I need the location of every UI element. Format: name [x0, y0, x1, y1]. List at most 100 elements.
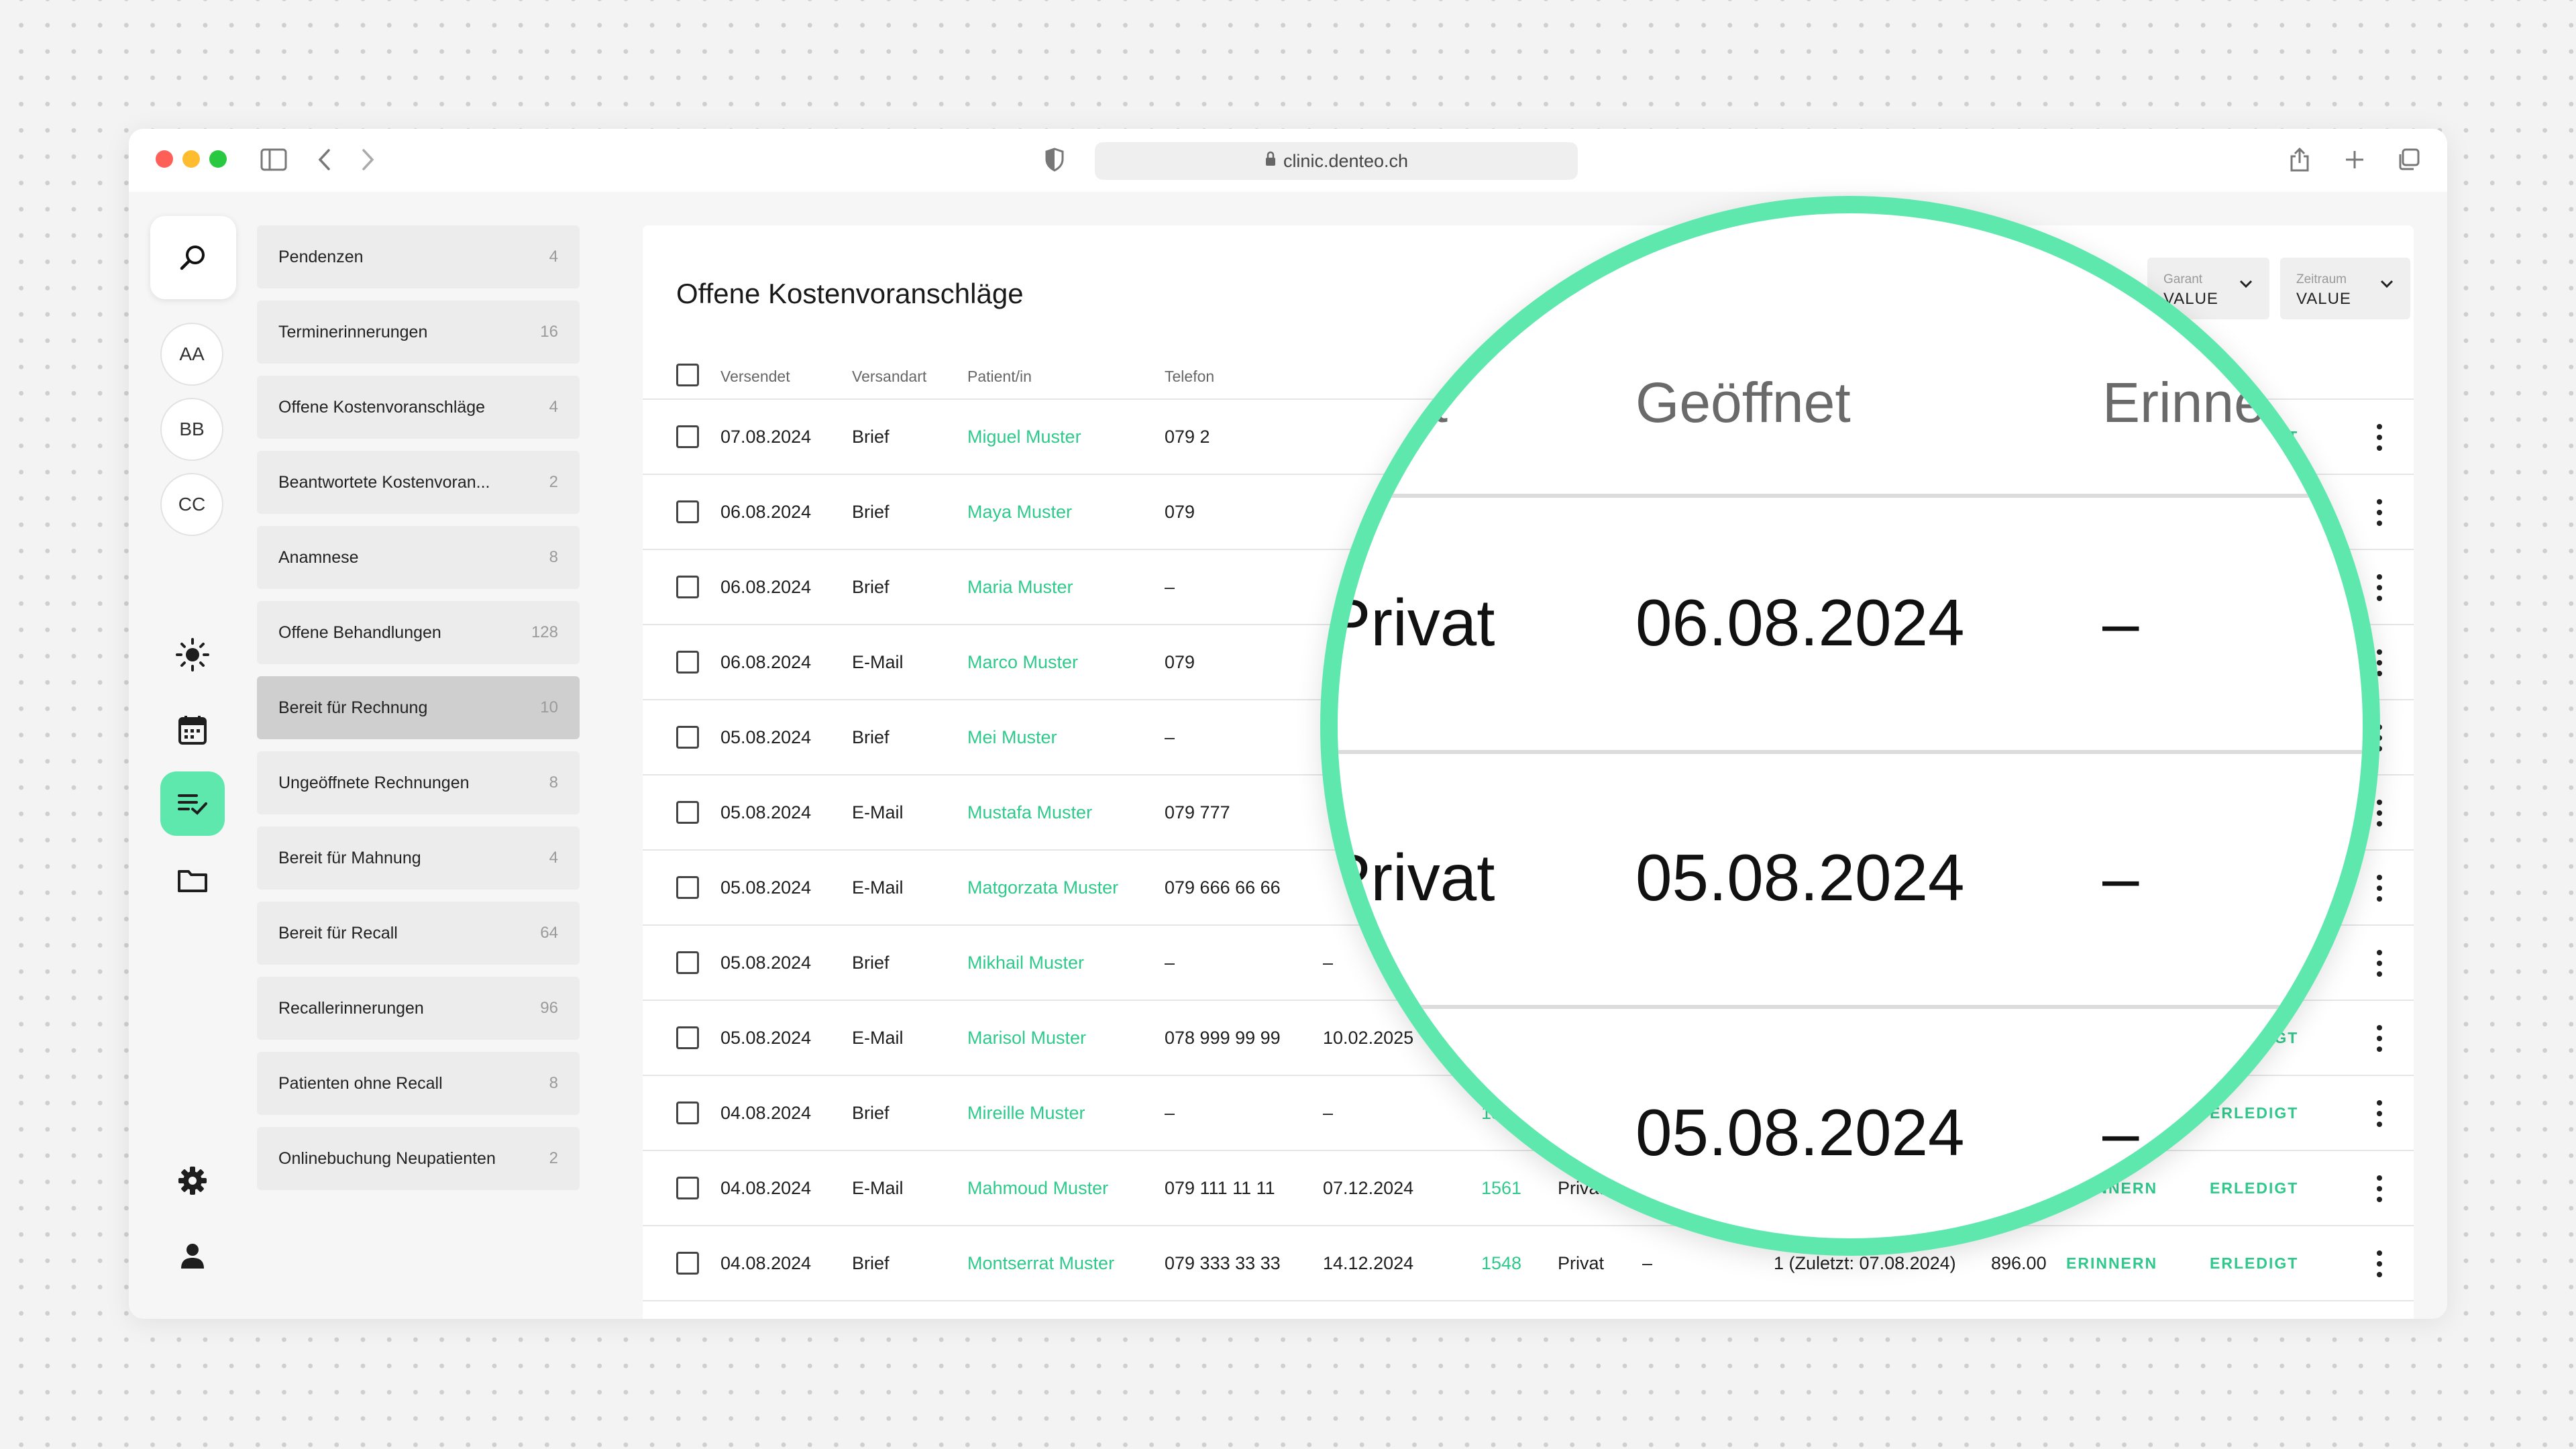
folder-icon[interactable] — [172, 860, 213, 900]
row-checkbox[interactable] — [676, 801, 699, 824]
remind-button[interactable]: ERINNERN — [2066, 1254, 2157, 1273]
sidebar-toggle-icon[interactable] — [259, 145, 288, 174]
row-checkbox[interactable] — [676, 726, 699, 749]
estimate-number[interactable]: 1548 — [1481, 1253, 1521, 1274]
patient-link[interactable]: Miguel Muster — [967, 427, 1081, 447]
search-button[interactable] — [150, 216, 236, 299]
sidebar-item-bereit-fuer-rechnung[interactable]: Bereit für Rechnung 10 — [257, 676, 580, 739]
magnifier-content: nt Geöffnet Erinne Privat 06.08.2024 – P… — [1327, 213, 2363, 1238]
more-options-icon[interactable] — [2376, 574, 2383, 601]
magnified-divider — [1338, 750, 2363, 754]
patient-link[interactable]: Mikhail Muster — [967, 953, 1084, 973]
sidebar-item-label: Pendenzen — [278, 247, 364, 266]
column-telefon[interactable]: Telefon — [1165, 368, 1214, 386]
sun-icon[interactable] — [172, 635, 213, 675]
sidebar-item-count: 8 — [549, 1074, 558, 1092]
row-checkbox[interactable] — [676, 1252, 699, 1275]
send-type: Brief — [852, 577, 890, 597]
patient-link[interactable]: Marisol Muster — [967, 1028, 1086, 1049]
sidebar-item-patienten-ohne-recall[interactable]: Patienten ohne Recall 8 — [257, 1052, 580, 1115]
minimize-window-button[interactable] — [182, 150, 200, 168]
phone: 079 — [1165, 502, 1195, 522]
row-checkbox[interactable] — [676, 576, 699, 598]
tasks-icon[interactable] — [160, 771, 225, 836]
select-all-checkbox[interactable] — [676, 364, 699, 386]
sidebar-item-offene-kostenvoranschlaege[interactable]: Offene Kostenvoranschläge 4 — [257, 376, 580, 439]
sidebar-item-count: 4 — [549, 248, 558, 266]
maximize-window-button[interactable] — [209, 150, 227, 168]
avatar-cc[interactable]: CC — [160, 473, 223, 536]
more-options-icon[interactable] — [2376, 1100, 2383, 1127]
sidebar-item-label: Offene Kostenvoranschläge — [278, 397, 486, 417]
row-checkbox[interactable] — [676, 1026, 699, 1049]
patient-link[interactable]: Montserrat Muster — [967, 1253, 1114, 1274]
back-icon[interactable] — [310, 145, 339, 174]
column-versandart[interactable]: Versandart — [852, 368, 926, 386]
sidebar-item-bereit-fuer-recall[interactable]: Bereit für Recall 64 — [257, 902, 580, 965]
more-options-icon[interactable] — [2376, 1175, 2383, 1202]
patient-link[interactable]: Maria Muster — [967, 577, 1073, 598]
sidebar-item-beantwortete-kostenvoranschlaege[interactable]: Beantwortete Kostenvoran... 2 — [257, 451, 580, 514]
row-checkbox[interactable] — [676, 651, 699, 674]
sidebar-item-ungeoeffnete-rechnungen[interactable]: Ungeöffnete Rechnungen 8 — [257, 751, 580, 814]
phone: 079 2 — [1165, 427, 1210, 447]
avatar-aa[interactable]: AA — [160, 323, 223, 386]
user-icon[interactable] — [172, 1236, 213, 1276]
patient-link[interactable]: Matgorzata Muster — [967, 877, 1118, 898]
patient-link[interactable]: Mustafa Muster — [967, 802, 1092, 823]
row-checkbox[interactable] — [676, 500, 699, 523]
sidebar-item-pendenzen[interactable]: Pendenzen 4 — [257, 225, 580, 288]
done-button[interactable]: ERLEDIGT — [2210, 1254, 2298, 1273]
row-checkbox[interactable] — [676, 951, 699, 974]
magnified-garant: Privat — [1327, 841, 1495, 914]
more-options-icon[interactable] — [2376, 424, 2383, 451]
new-tab-icon[interactable] — [2340, 145, 2369, 174]
patient-link[interactable]: Mei Muster — [967, 727, 1057, 748]
sent-date: 06.08.2024 — [720, 502, 812, 522]
share-icon[interactable] — [2285, 145, 2314, 174]
more-options-icon[interactable] — [2376, 1025, 2383, 1052]
row-checkbox[interactable] — [676, 1177, 699, 1199]
patient-link[interactable]: Mahmoud Muster — [967, 1178, 1108, 1199]
column-versendet[interactable]: Versendet — [720, 368, 790, 386]
sent-date: 04.08.2024 — [720, 1103, 812, 1123]
forward-icon[interactable] — [353, 145, 382, 174]
sidebar-item-offene-behandlungen[interactable]: Offene Behandlungen 128 — [257, 601, 580, 664]
patient-link[interactable]: Marco Muster — [967, 652, 1078, 673]
tabs-overview-icon[interactable] — [2394, 145, 2423, 174]
recall-date: – — [1323, 953, 1334, 973]
address-bar[interactable]: clinic.denteo.ch — [1095, 142, 1578, 180]
send-type: Brief — [852, 502, 890, 522]
page-title: Offene Kostenvoranschläge — [676, 278, 1024, 309]
magnified-reminder: – — [2102, 1095, 2139, 1169]
patient-link[interactable]: Mireille Muster — [967, 1103, 1085, 1124]
row-checkbox[interactable] — [676, 1102, 699, 1124]
sidebar-item-anamnese[interactable]: Anamnese 8 — [257, 526, 580, 589]
avatar-bb[interactable]: BB — [160, 398, 223, 461]
calendar-icon[interactable] — [172, 710, 213, 750]
more-options-icon[interactable] — [2376, 950, 2383, 977]
sidebar-item-bereit-fuer-mahnung[interactable]: Bereit für Mahnung 4 — [257, 826, 580, 890]
magnified-divider — [1338, 1005, 2363, 1009]
sent-date: 05.08.2024 — [720, 727, 812, 747]
more-options-icon[interactable] — [2376, 800, 2383, 826]
sidebar-item-terminerinnerungen[interactable]: Terminerinnerungen 16 — [257, 301, 580, 364]
search-icon — [180, 246, 205, 270]
row-checkbox[interactable] — [676, 425, 699, 448]
row-checkbox[interactable] — [676, 876, 699, 899]
more-options-icon[interactable] — [2376, 1250, 2383, 1277]
sidebar-item-onlinebuchung-neupatienten[interactable]: Onlinebuchung Neupatienten 2 — [257, 1127, 580, 1190]
close-window-button[interactable] — [156, 150, 173, 168]
shield-icon[interactable] — [1040, 145, 1069, 174]
more-options-icon[interactable] — [2376, 875, 2383, 902]
gear-icon[interactable] — [172, 1161, 213, 1201]
send-type: Brief — [852, 1103, 890, 1123]
sidebar-item-label: Anamnese — [278, 547, 359, 567]
sidebar-item-count: 8 — [549, 548, 558, 566]
more-options-icon[interactable] — [2376, 499, 2383, 526]
url-text: clinic.denteo.ch — [1283, 150, 1409, 171]
magnified-header-erinnerung: Erinne — [2102, 371, 2265, 434]
sidebar-item-recallerinnerungen[interactable]: Recallerinnerungen 96 — [257, 977, 580, 1040]
column-patient[interactable]: Patient/in — [967, 368, 1032, 386]
patient-link[interactable]: Maya Muster — [967, 502, 1072, 523]
